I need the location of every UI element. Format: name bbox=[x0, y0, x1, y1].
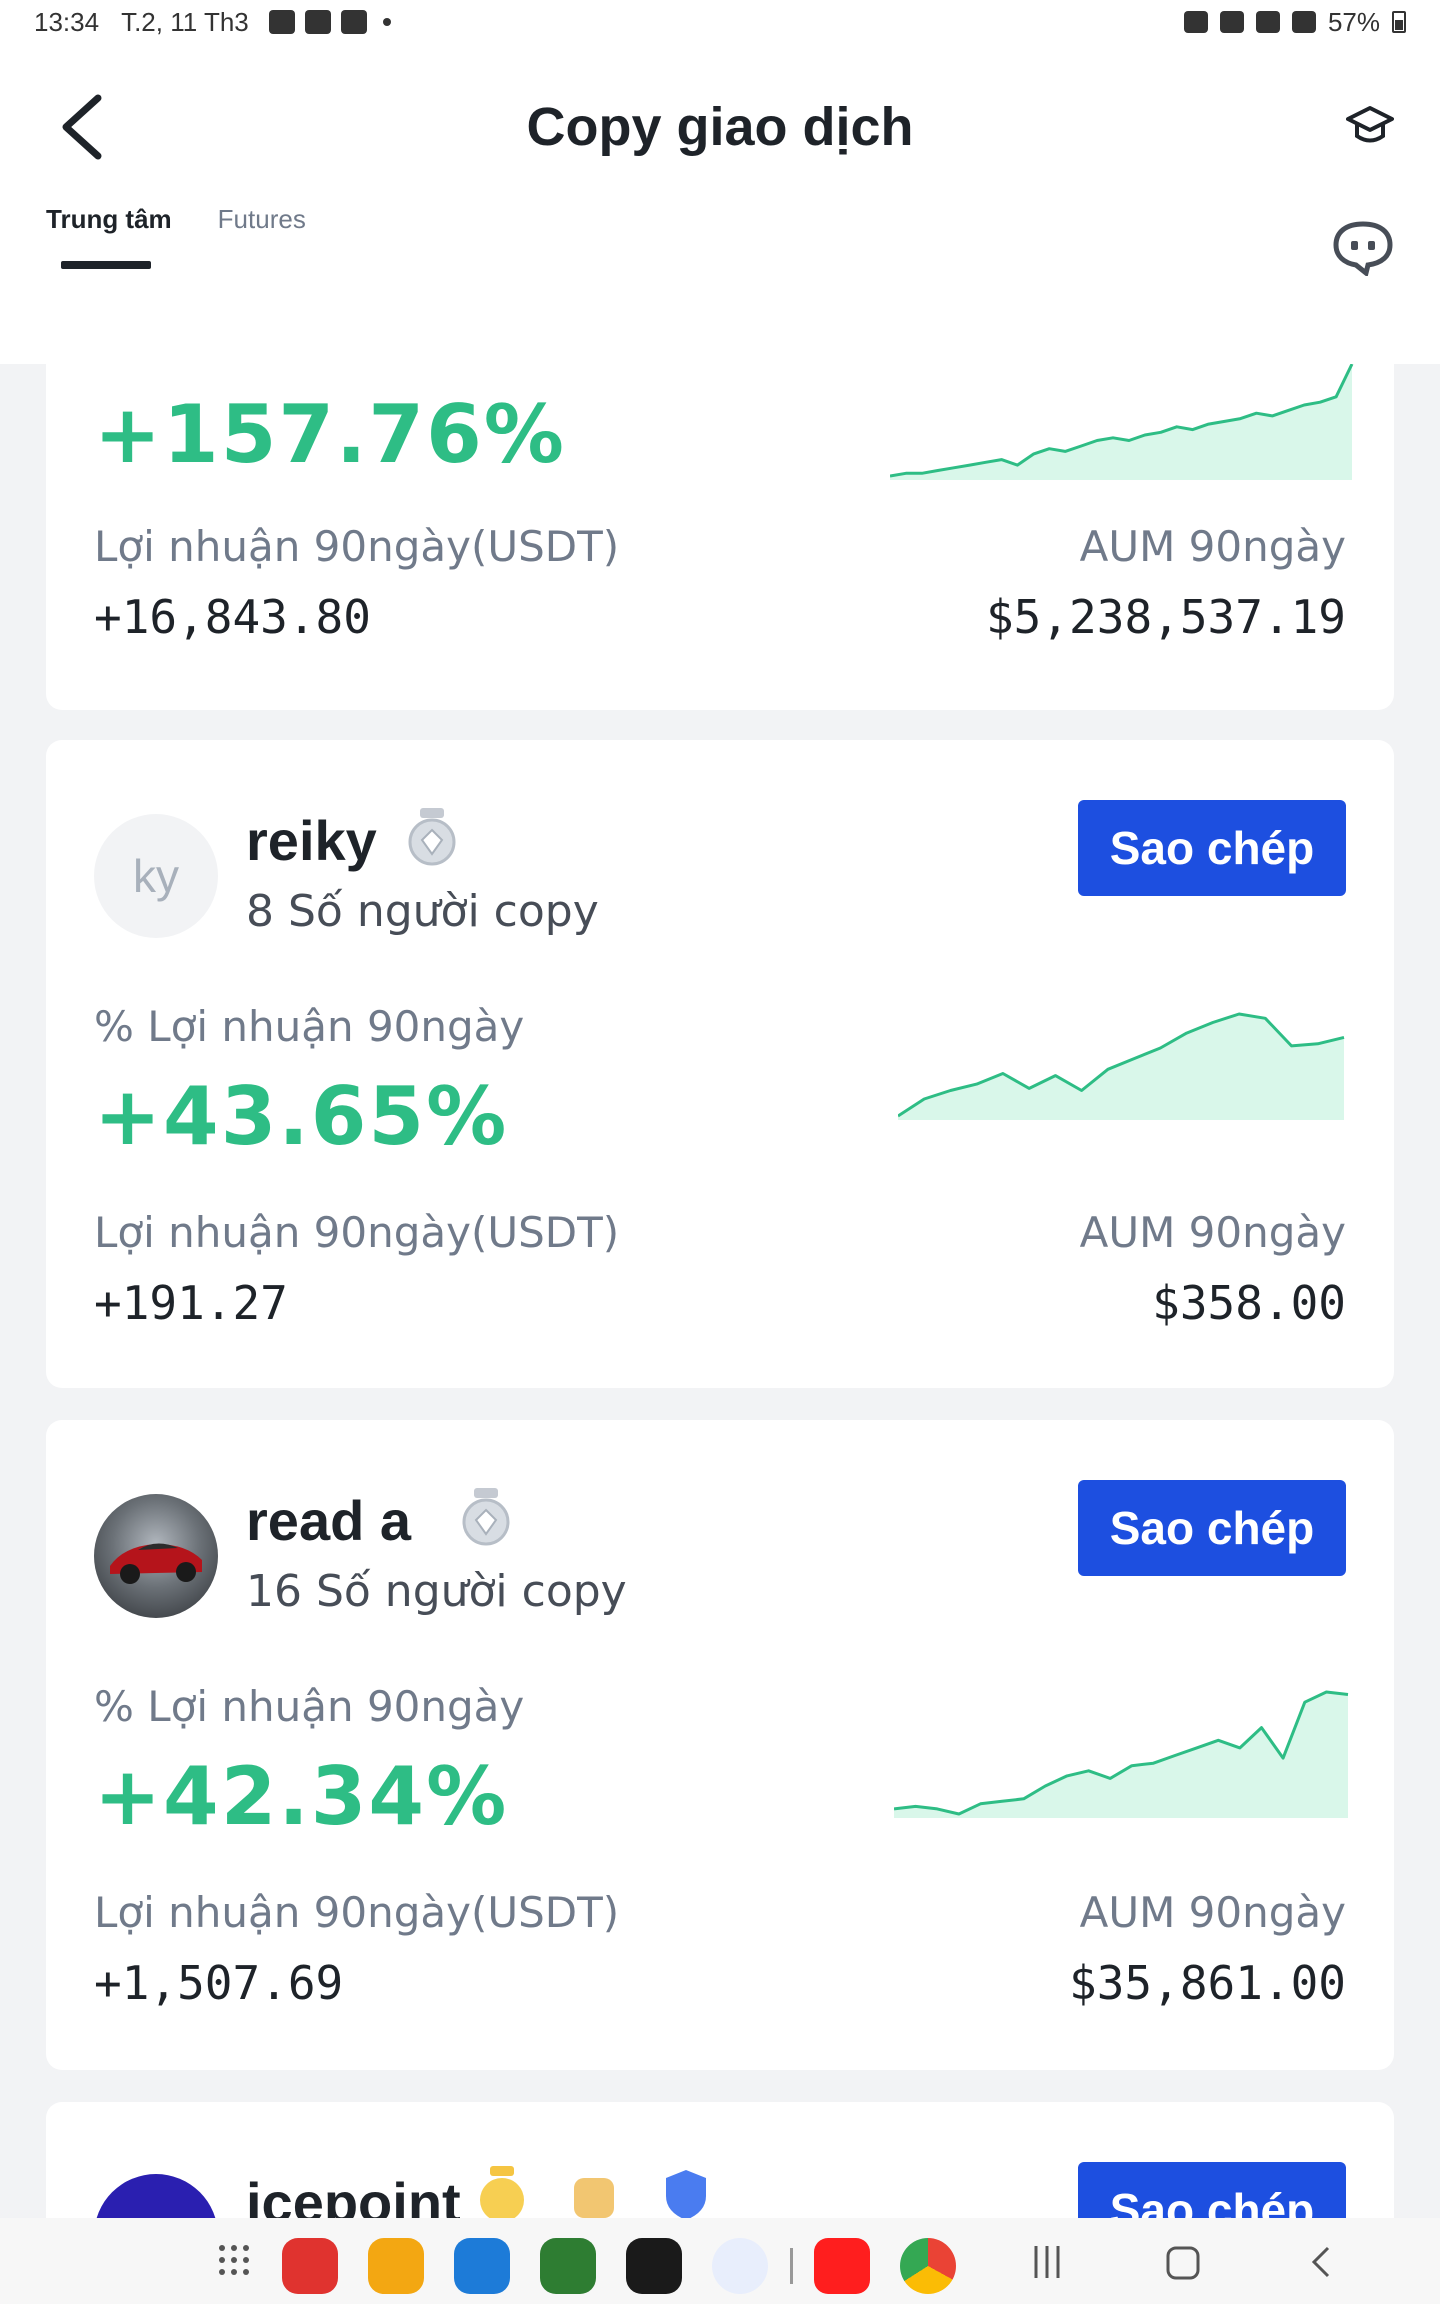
pnl-percent: +43.65% bbox=[94, 1070, 509, 1163]
chrome-app-icon[interactable] bbox=[900, 2238, 956, 2294]
pnl-sparkline-chart bbox=[894, 1690, 1349, 1818]
silver-medal-icon bbox=[462, 1488, 510, 1546]
taskbar-divider bbox=[790, 2248, 793, 2284]
system-navigation-bar bbox=[0, 2218, 1440, 2304]
mute-icon bbox=[1255, 11, 1280, 33]
home-icon[interactable] bbox=[1164, 2242, 1202, 2282]
calendar-icon bbox=[340, 10, 367, 34]
pnl-percent: +157.76% bbox=[94, 388, 566, 481]
refresh-app-icon[interactable] bbox=[712, 2238, 768, 2294]
copy-button[interactable]: Sao chép bbox=[1078, 1480, 1346, 1576]
trader-name[interactable]: read a bbox=[246, 1488, 411, 1553]
avatar[interactable] bbox=[94, 1494, 218, 1618]
gallery-icon bbox=[268, 10, 295, 34]
copier-count: 16 Số người copy bbox=[246, 1566, 627, 1617]
copy-button[interactable]: Sao chép bbox=[1078, 800, 1346, 896]
copy-trading-screen: 13:34 T.2, 11 Th3 57% Copy giao dịch Tru… bbox=[0, 0, 1440, 2304]
sparkline-area bbox=[890, 364, 1352, 480]
aum-value: $35,861.00 bbox=[1069, 1956, 1346, 2010]
calendar-app-icon[interactable] bbox=[454, 2238, 510, 2294]
wifi-icon bbox=[1291, 11, 1316, 33]
key-icon bbox=[1183, 11, 1208, 33]
aum-label: AUM 90ngày bbox=[1079, 1888, 1346, 1937]
aum-label: AUM 90ngày bbox=[1079, 1208, 1346, 1257]
system-status: 57% bbox=[1183, 6, 1406, 38]
pnl-usdt-value: +16,843.80 bbox=[94, 590, 371, 644]
tab-trung-tam[interactable]: Trung tâm bbox=[46, 204, 172, 269]
verified-shield-icon bbox=[666, 2170, 706, 2220]
app-drawer-icon[interactable] bbox=[216, 2242, 252, 2278]
car-avatar-image bbox=[110, 1543, 202, 1584]
game-app-icon[interactable] bbox=[540, 2238, 596, 2294]
files-app-icon[interactable] bbox=[368, 2238, 424, 2294]
youtube-app-icon[interactable] bbox=[814, 2238, 870, 2294]
recent-apps-icon[interactable] bbox=[1030, 2242, 1064, 2282]
pnl-usdt-value: +191.27 bbox=[94, 1276, 288, 1330]
tab-bar: Trung tâm Futures bbox=[46, 204, 306, 269]
gold-badge-icon bbox=[574, 2178, 614, 2218]
aum-label: AUM 90ngày bbox=[1079, 522, 1346, 571]
gold-medal-icon bbox=[480, 2166, 524, 2222]
trader-card[interactable]: read a 16 Số người copy Sao chép % Lợi n… bbox=[46, 1420, 1394, 2070]
pnl-usdt-label: Lợi nhuận 90ngày(USDT) bbox=[94, 522, 620, 571]
alarm-icon bbox=[1219, 11, 1244, 33]
page-title: Copy giao dịch bbox=[526, 97, 914, 157]
tab-futures[interactable]: Futures bbox=[218, 204, 306, 269]
avatar[interactable]: ky bbox=[94, 814, 218, 938]
copier-count: 8 Số người copy bbox=[246, 886, 599, 937]
status-date: T.2, 11 Th3 bbox=[121, 6, 249, 37]
pnl-percent-label: % Lợi nhuận 90ngày bbox=[94, 1682, 525, 1731]
pnl-usdt-value: +1,507.69 bbox=[94, 1956, 344, 2010]
pnl-usdt-label: Lợi nhuận 90ngày(USDT) bbox=[94, 1888, 620, 1937]
trader-card[interactable]: ky reiky 8 Số người copy Sao chép % Lợi … bbox=[46, 740, 1394, 1388]
aum-value: $5,238,537.19 bbox=[985, 590, 1346, 644]
status-bar: 13:34 T.2, 11 Th3 57% bbox=[0, 0, 1440, 44]
notes-app-icon[interactable] bbox=[282, 2238, 338, 2294]
silver-medal-icon bbox=[408, 808, 456, 866]
chat-bubble-icon[interactable] bbox=[1332, 220, 1394, 276]
battery-icon bbox=[1392, 11, 1406, 33]
app-header: Copy giao dịch Trung tâm Futures bbox=[0, 44, 1440, 364]
back-nav-icon[interactable] bbox=[1306, 2242, 1336, 2282]
more-notifications-icon bbox=[382, 18, 391, 26]
status-time: 13:34 bbox=[34, 6, 100, 37]
tradingview-app-icon[interactable] bbox=[626, 2238, 682, 2294]
pnl-sparkline-chart bbox=[890, 363, 1354, 480]
leaf-icon bbox=[304, 10, 331, 34]
pnl-sparkline-chart bbox=[898, 1012, 1345, 1120]
battery-level: 57% bbox=[1327, 6, 1380, 37]
aum-value: $358.00 bbox=[1152, 1276, 1346, 1330]
pnl-usdt-label: Lợi nhuận 90ngày(USDT) bbox=[94, 1208, 620, 1257]
trader-name[interactable]: reiky bbox=[246, 808, 377, 873]
graduation-cap-icon[interactable] bbox=[1346, 104, 1394, 148]
notification-icons bbox=[268, 10, 391, 34]
pnl-percent-label: % Lợi nhuận 90ngày bbox=[94, 1002, 525, 1051]
pnl-percent: +42.34% bbox=[94, 1750, 509, 1843]
